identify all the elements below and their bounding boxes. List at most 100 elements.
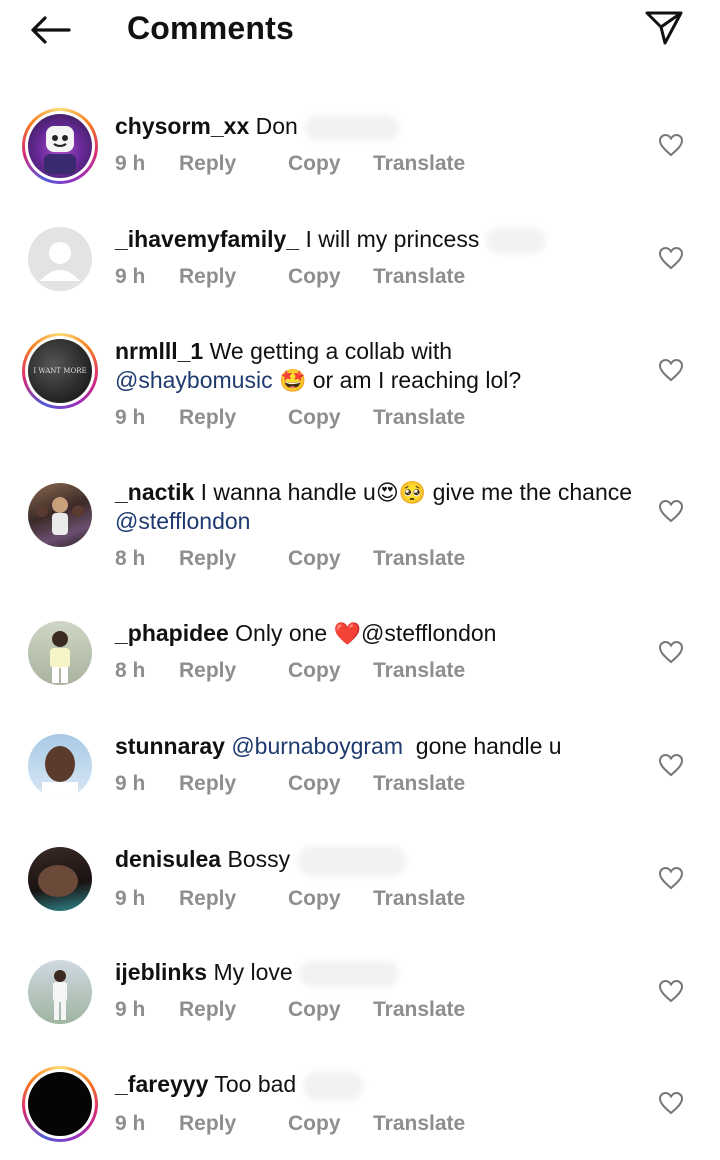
- person-photo-icon: [42, 746, 78, 798]
- heart-icon: [658, 753, 684, 777]
- timestamp: 8 h: [115, 659, 146, 682]
- comment-body-continued: or am I reaching lol?: [312, 367, 522, 393]
- avatar[interactable]: [22, 1066, 98, 1142]
- comment-text: _nactik I wanna handle u😍🥺 give me the c…: [115, 478, 635, 536]
- page-title: Comments: [127, 10, 294, 46]
- comment-body: Don: [255, 113, 298, 139]
- reply-button[interactable]: Reply: [179, 887, 288, 911]
- mention-link[interactable]: @stefflondon: [361, 620, 496, 646]
- translate-button[interactable]: Translate: [373, 547, 465, 571]
- like-button[interactable]: [656, 130, 686, 160]
- like-button[interactable]: [656, 1088, 686, 1118]
- comment-text: nrmlll_1 We getting a collab with @shayb…: [115, 337, 635, 395]
- comment-body: Only one: [235, 620, 328, 646]
- avatar[interactable]: [22, 221, 98, 297]
- username[interactable]: nrmlll_1: [115, 338, 203, 364]
- heart-icon: [658, 246, 684, 270]
- avatar[interactable]: I WANT MORE: [22, 333, 98, 409]
- person-photo-icon: [50, 631, 70, 683]
- username[interactable]: stunnaray: [115, 733, 225, 759]
- redacted-emoji: [296, 845, 407, 876]
- heart-icon: [658, 133, 684, 157]
- copy-button[interactable]: Copy: [288, 265, 373, 289]
- username[interactable]: _nactik: [115, 479, 194, 505]
- like-button[interactable]: [656, 750, 686, 780]
- comment-body: Too bad: [214, 1071, 297, 1097]
- star-eyes-emoji-icon: 🤩: [278, 368, 307, 393]
- paper-plane-icon: [645, 11, 683, 45]
- like-button[interactable]: [656, 355, 686, 385]
- avatar[interactable]: [22, 841, 98, 917]
- redacted-emoji: [485, 227, 546, 254]
- translate-button[interactable]: Translate: [373, 887, 465, 911]
- heart-icon: [658, 866, 684, 890]
- person-photo-icon: [38, 865, 78, 897]
- comment-text: _phapidee Only one ❤️@stefflondon: [115, 619, 635, 648]
- like-button[interactable]: [656, 863, 686, 893]
- like-button[interactable]: [656, 976, 686, 1006]
- copy-button[interactable]: Copy: [288, 887, 373, 911]
- reply-button[interactable]: Reply: [179, 265, 288, 289]
- comment-text: _ihavemyfamily_ I will my princess: [115, 225, 635, 254]
- share-button[interactable]: [642, 8, 686, 48]
- timestamp: 9 h: [115, 265, 146, 288]
- heart-eyes-emoji-icon: 😍🥺: [375, 480, 427, 505]
- avatar[interactable]: [22, 615, 98, 691]
- reply-button[interactable]: Reply: [179, 772, 288, 796]
- back-button[interactable]: [26, 10, 74, 50]
- translate-button[interactable]: Translate: [373, 152, 465, 176]
- reply-button[interactable]: Reply: [179, 659, 288, 683]
- translate-button[interactable]: Translate: [373, 998, 465, 1022]
- like-button[interactable]: [656, 243, 686, 273]
- arrow-left-icon: [31, 16, 71, 44]
- heart-icon: [658, 640, 684, 664]
- timestamp: 9 h: [115, 886, 146, 910]
- username[interactable]: chysorm_xx: [115, 113, 249, 139]
- copy-button[interactable]: Copy: [288, 772, 373, 796]
- copy-button[interactable]: Copy: [288, 998, 373, 1022]
- group-photo-icon: [36, 497, 84, 535]
- translate-button[interactable]: Translate: [373, 265, 465, 289]
- username[interactable]: _phapidee: [115, 620, 229, 646]
- username[interactable]: denisulea: [115, 846, 221, 872]
- avatar[interactable]: [22, 728, 98, 804]
- comment-text: stunnaray @burnaboygram gone handle u: [115, 732, 635, 761]
- copy-button[interactable]: Copy: [288, 406, 373, 430]
- like-button[interactable]: [656, 637, 686, 667]
- heart-icon: [658, 979, 684, 1003]
- mention-link[interactable]: @shaybomusic: [115, 367, 273, 393]
- reply-button[interactable]: Reply: [179, 547, 288, 571]
- username[interactable]: _ihavemyfamily_: [115, 226, 299, 252]
- mention-link[interactable]: @stefflondon: [115, 508, 250, 534]
- timestamp: 9 h: [115, 406, 146, 429]
- comment-body: I will my princess: [305, 226, 480, 252]
- reply-button[interactable]: Reply: [179, 406, 288, 430]
- translate-button[interactable]: Translate: [373, 772, 465, 796]
- person-photo-icon: [53, 970, 67, 1020]
- like-button[interactable]: [656, 496, 686, 526]
- translate-button[interactable]: Translate: [373, 1112, 465, 1136]
- avatar[interactable]: [22, 477, 98, 553]
- copy-button[interactable]: Copy: [288, 1112, 373, 1136]
- copy-button[interactable]: Copy: [288, 152, 373, 176]
- timestamp: 9 h: [115, 1111, 146, 1135]
- translate-button[interactable]: Translate: [373, 659, 465, 683]
- copy-button[interactable]: Copy: [288, 659, 373, 683]
- avatar[interactable]: [22, 954, 98, 1030]
- header-bar: Comments: [0, 0, 720, 62]
- username[interactable]: _fareyyy: [115, 1071, 208, 1097]
- avatar[interactable]: [22, 108, 98, 184]
- reply-button[interactable]: Reply: [179, 1112, 288, 1136]
- reply-button[interactable]: Reply: [179, 998, 288, 1022]
- mention-link[interactable]: @burnaboygram: [231, 733, 403, 759]
- username[interactable]: ijeblinks: [115, 959, 207, 985]
- redacted-emoji: [304, 114, 400, 141]
- copy-button[interactable]: Copy: [288, 547, 373, 571]
- heart-icon: [658, 499, 684, 523]
- redacted-emoji: [302, 1070, 363, 1101]
- timestamp: 9 h: [115, 152, 146, 175]
- reply-button[interactable]: Reply: [179, 152, 288, 176]
- comment-body: We getting a collab with: [209, 338, 453, 364]
- comment-text: _fareyyy Too bad: [115, 1070, 635, 1101]
- translate-button[interactable]: Translate: [373, 406, 465, 430]
